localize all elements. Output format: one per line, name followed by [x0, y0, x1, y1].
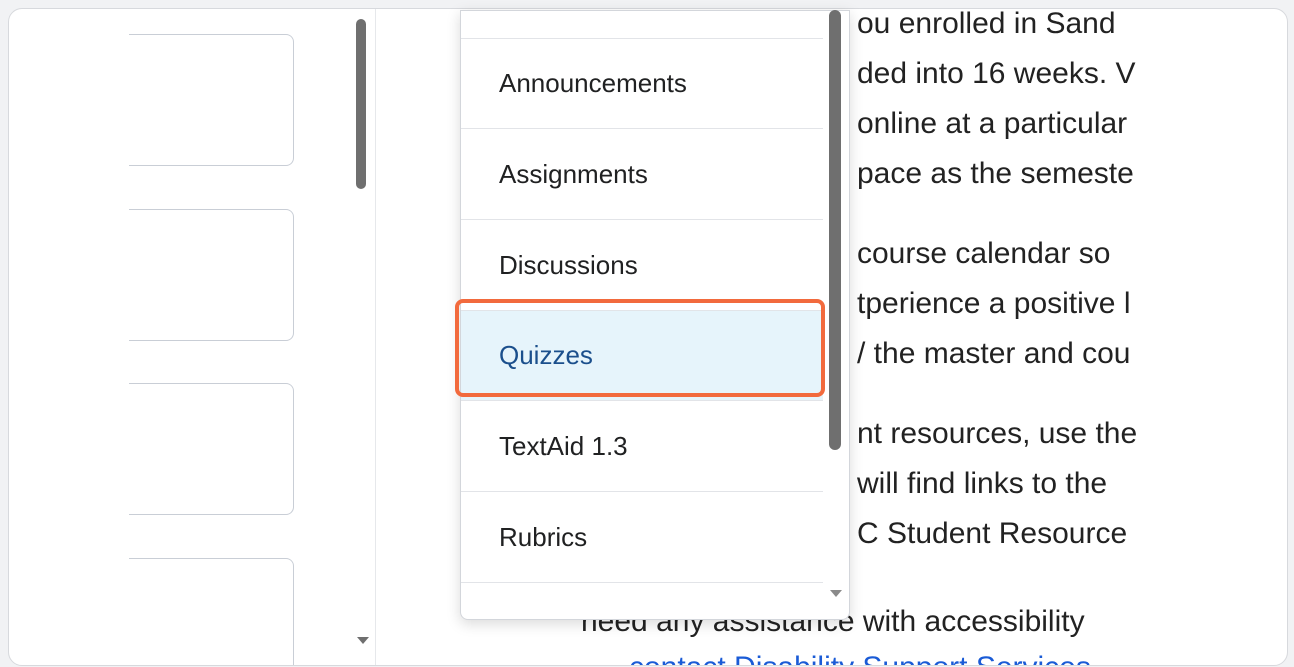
left-panel-card[interactable]	[129, 34, 294, 166]
menu-item-textaid[interactable]: TextAid 1.3	[461, 402, 823, 492]
text-line: will find links to the	[857, 467, 1108, 500]
menu-item-label: Announcements	[499, 68, 687, 98]
menu-item-announcements[interactable]: Announcements	[461, 39, 823, 129]
text-line: pace as the semeste	[857, 157, 1134, 190]
scroll-down-arrow-icon[interactable]	[357, 637, 369, 644]
tools-dropdown-menu: Announcements Assignments Discussions Qu…	[460, 10, 850, 620]
menu-item-quizzes[interactable]: Quizzes	[461, 311, 823, 401]
text-line: online at a particular	[857, 107, 1128, 140]
text-line: nt resources, use the	[857, 417, 1138, 450]
text-line	[857, 379, 1177, 409]
course-description-text: ou enrolled in Sand ded into 16 weeks. V…	[857, 9, 1177, 559]
text-line: ou enrolled in Sand	[857, 9, 1116, 40]
menu-item-discussions[interactable]: Discussions	[461, 221, 823, 311]
text-line: ded into 16 weeks. V	[857, 57, 1136, 90]
menu-item-label: Discussions	[499, 250, 638, 280]
menu-item-rubrics[interactable]: Rubrics	[461, 493, 823, 583]
left-panel-card[interactable]	[129, 558, 294, 665]
menu-item-label: TextAid 1.3	[499, 431, 628, 461]
menu-scroll-down-arrow-icon[interactable]	[830, 590, 842, 597]
text-line	[857, 199, 1177, 229]
menu-item-label: Assignments	[499, 159, 648, 189]
text-line: tperience a positive l	[857, 287, 1131, 320]
disability-support-link[interactable]: contact Disability Support Services	[509, 645, 1179, 665]
text-line: / the master and cou	[857, 337, 1131, 370]
left-panel-card[interactable]	[129, 383, 294, 515]
menu-scrollbar-thumb[interactable]	[829, 10, 841, 450]
left-scrollbar-thumb[interactable]	[356, 19, 366, 189]
menu-item-label: Quizzes	[499, 340, 593, 370]
left-panel-card[interactable]	[129, 209, 294, 341]
menu-item-label: Rubrics	[499, 522, 588, 552]
menu-item-assignments[interactable]: Assignments	[461, 130, 823, 220]
panel-divider	[375, 9, 376, 665]
menu-item-partial[interactable]	[461, 11, 823, 39]
text-line: course calendar so	[857, 237, 1111, 270]
text-line: C Student Resource	[857, 517, 1128, 550]
